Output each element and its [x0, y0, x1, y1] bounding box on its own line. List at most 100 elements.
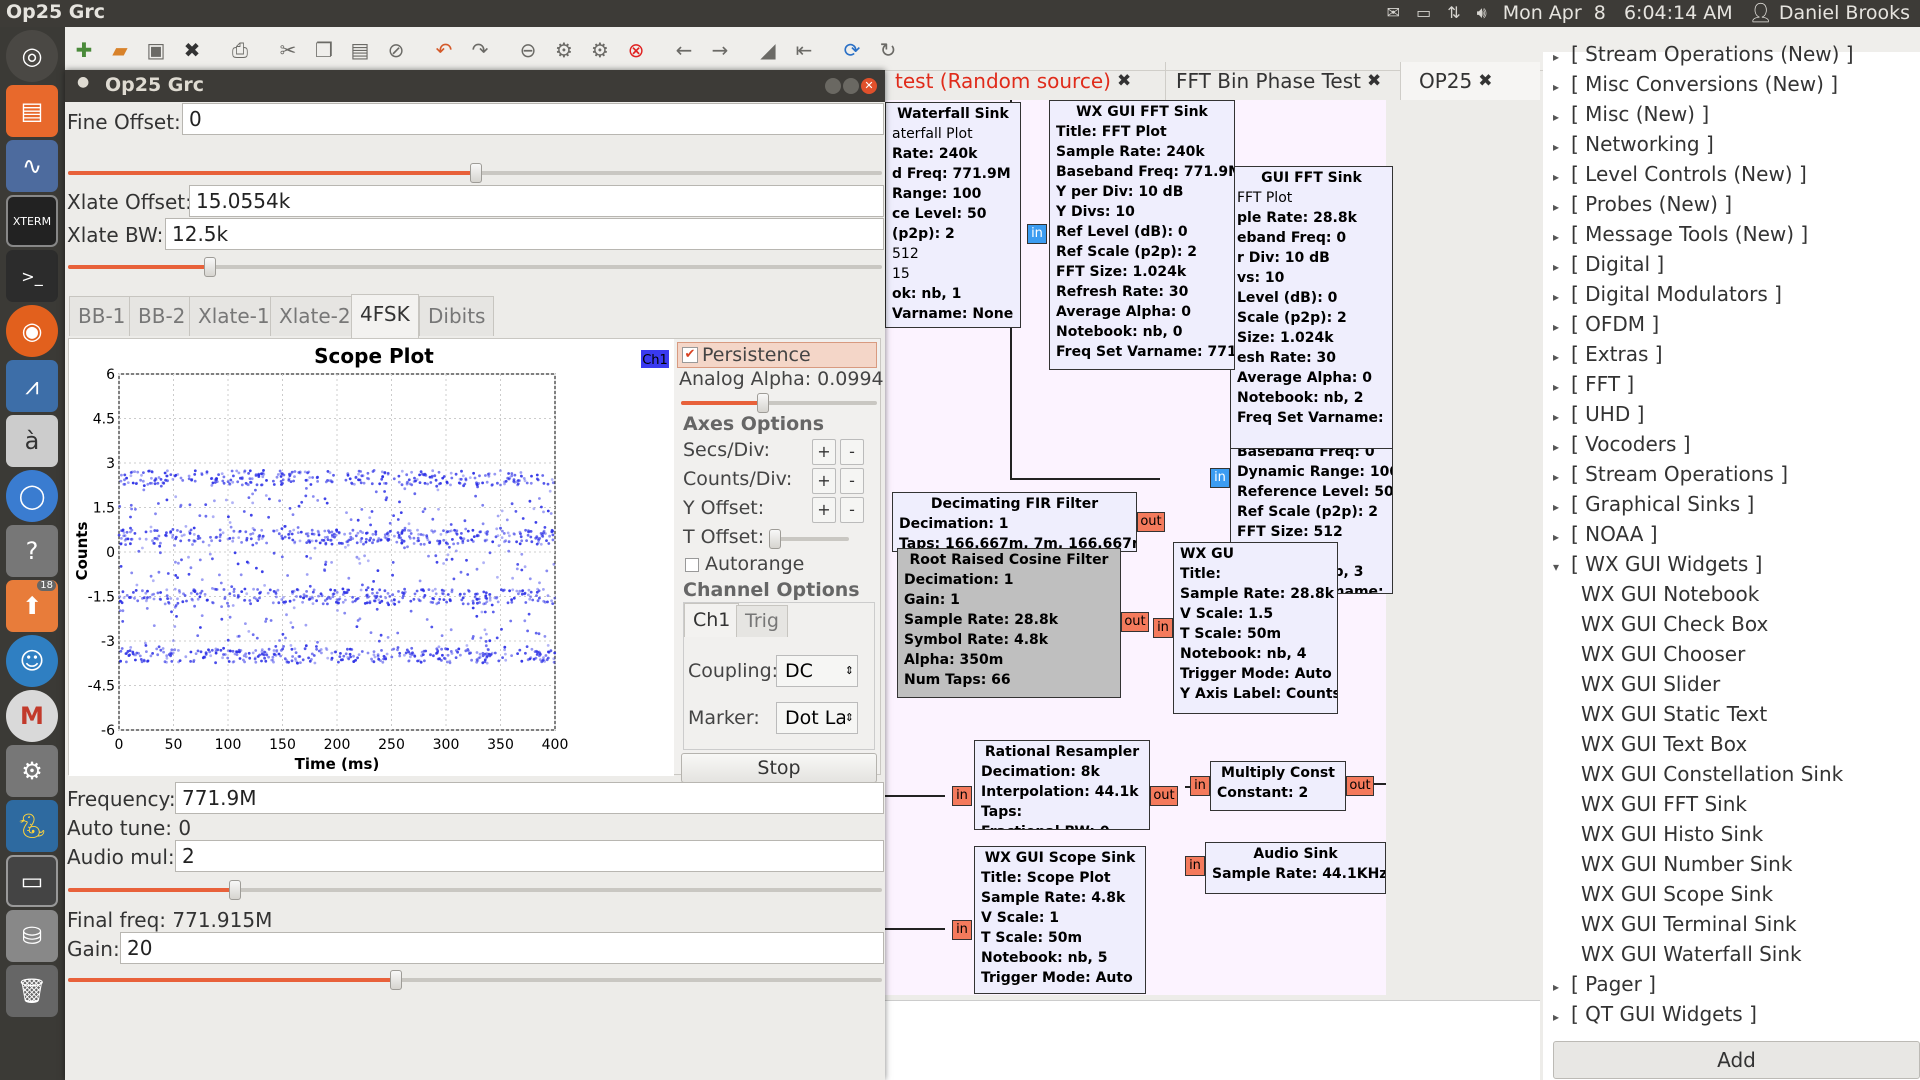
counts-div-increase-button[interactable]: +: [812, 468, 836, 494]
expander-right-icon[interactable]: ▸: [1553, 320, 1571, 334]
close-tab-icon[interactable]: ✖: [1478, 71, 1492, 91]
tree-category-item[interactable]: ▸[ Misc Conversions (New) ]: [1553, 72, 1838, 96]
find-icon[interactable]: ↻: [875, 37, 901, 63]
tree-category-item[interactable]: ▸[ Level Controls (New) ]: [1553, 162, 1807, 186]
port-out[interactable]: out: [1346, 776, 1374, 796]
chromium-icon[interactable]: ◯: [6, 470, 58, 522]
log-console[interactable]: [885, 1000, 1540, 1080]
counts-div-decrease-button[interactable]: -: [840, 468, 864, 494]
delete-icon[interactable]: ⊘: [383, 37, 409, 63]
block-multiply-const[interactable]: Multiply Const Constant: 2: [1210, 761, 1346, 811]
network-icon[interactable]: ⇅: [1447, 3, 1460, 22]
slider-knob[interactable]: [390, 970, 402, 990]
tab-4fsk[interactable]: 4FSK: [351, 294, 419, 338]
reload-icon[interactable]: ⟳: [839, 37, 865, 63]
dash-home-icon[interactable]: ◎: [6, 30, 58, 82]
screen-icon[interactable]: ▭: [6, 855, 58, 907]
tree-category-item[interactable]: ▸[ QT GUI Widgets ]: [1553, 1002, 1757, 1026]
xlate-bw-slider[interactable]: [68, 257, 882, 277]
expander-right-icon[interactable]: ▸: [1553, 1010, 1571, 1024]
tree-leaf-item[interactable]: WX GUI Static Text: [1581, 702, 1767, 726]
fine-offset-slider[interactable]: [68, 163, 882, 183]
marker-select[interactable]: Dot La ⇕: [776, 702, 858, 734]
expander-right-icon[interactable]: ▸: [1553, 350, 1571, 364]
tree-leaf-item[interactable]: WX GUI Constellation Sink: [1581, 762, 1843, 786]
expander-right-icon[interactable]: ▸: [1553, 110, 1571, 124]
gain-input[interactable]: 20: [120, 932, 884, 964]
persistence-row[interactable]: ✔ Persistence: [677, 342, 877, 368]
tree-category-item[interactable]: ▸[ OFDM ]: [1553, 312, 1659, 336]
tab-test-random-source[interactable]: test (Random source) ✖: [885, 62, 1150, 100]
cut-icon[interactable]: ✂: [275, 37, 301, 63]
tree-category-item[interactable]: ▸[ Graphical Sinks ]: [1553, 492, 1754, 516]
block-scope-sink-1[interactable]: WX GU Title: Sample Rate: 28.8k V Scale:…: [1173, 542, 1338, 714]
disk-icon[interactable]: ⛁: [6, 910, 58, 962]
expander-right-icon[interactable]: ▸: [1553, 260, 1571, 274]
gain-slider[interactable]: [68, 970, 882, 990]
tree-leaf-item[interactable]: WX GUI Check Box: [1581, 612, 1768, 636]
tree-leaf-item[interactable]: WX GUI Waterfall Sink: [1581, 942, 1802, 966]
tree-leaf-item[interactable]: WX GUI Text Box: [1581, 732, 1747, 756]
expander-right-icon[interactable]: ▸: [1553, 290, 1571, 304]
port-in[interactable]: in: [1210, 468, 1230, 488]
analog-alpha-slider[interactable]: [681, 393, 877, 413]
expander-right-icon[interactable]: ▸: [1553, 530, 1571, 544]
expander-right-icon[interactable]: ▸: [1553, 80, 1571, 94]
tree-leaf-item[interactable]: WX GUI Slider: [1581, 672, 1720, 696]
xlate-offset-input[interactable]: 15.0554k: [189, 185, 884, 217]
expander-right-icon[interactable]: ▸: [1553, 440, 1571, 454]
tree-category-item[interactable]: ▸[ Digital ]: [1553, 252, 1664, 276]
audio-mul-slider[interactable]: [68, 880, 882, 900]
help-icon[interactable]: ?: [6, 525, 58, 577]
volume-icon[interactable]: 🔊︎: [1477, 3, 1487, 23]
execute-icon[interactable]: ⚙: [587, 37, 613, 63]
minimize-icon[interactable]: [825, 78, 841, 94]
port-out[interactable]: out: [1121, 612, 1149, 632]
trash-icon[interactable]: 🗑︎: [6, 965, 58, 1017]
autorange-checkbox[interactable]: [685, 558, 699, 572]
slider-knob[interactable]: [470, 163, 482, 183]
new-icon[interactable]: ✚: [71, 37, 97, 63]
expander-right-icon[interactable]: ▸: [1553, 140, 1571, 154]
block-decimating-fir-filter[interactable]: Decimating FIR Filter Decimation: 1 Taps…: [892, 492, 1137, 552]
port-in[interactable]: in: [1185, 856, 1205, 876]
user-menu[interactable]: 👤︎ Daniel Brooks: [1749, 1, 1910, 24]
tree-category-item[interactable]: ▸[ Message Tools (New) ]: [1553, 222, 1808, 246]
port-in[interactable]: in: [1153, 618, 1173, 638]
tab-fft-bin-phase-test[interactable]: FFT Bin Phase Test ✖: [1165, 62, 1385, 100]
tree-category-item[interactable]: ▸[ UHD ]: [1553, 402, 1644, 426]
y-offset-increase-button[interactable]: +: [812, 497, 836, 523]
slider-knob[interactable]: [757, 393, 769, 413]
audio-mul-input[interactable]: 2: [175, 840, 884, 872]
print-icon[interactable]: ⎙: [227, 37, 253, 63]
kill-icon[interactable]: ⊗: [623, 37, 649, 63]
tab-xlate-1[interactable]: Xlate-1: [189, 296, 279, 336]
scope-plot[interactable]: Scope Plot Ch1 0 50 100 150 200 250 300 350 400 6…: [69, 339, 674, 776]
close-icon[interactable]: ✖: [179, 37, 205, 63]
flowgraph-canvas[interactable]: Waterfall Sink aterfall Plot Rate: 240k …: [885, 100, 1393, 995]
undo-icon[interactable]: ↶: [431, 37, 457, 63]
tree-category-item[interactable]: ▸[ Probes (New) ]: [1553, 192, 1732, 216]
port-in[interactable]: in: [952, 786, 972, 806]
expander-right-icon[interactable]: ▸: [1553, 470, 1571, 484]
block-rational-resampler[interactable]: Rational Resampler Decimation: 8k Interp…: [974, 740, 1150, 830]
tab-op25[interactable]: OP25 ✖: [1400, 62, 1540, 100]
files-icon[interactable]: ▤: [6, 85, 58, 137]
tree-category-item[interactable]: ▾[ WX GUI Widgets ]: [1553, 552, 1762, 576]
firefox-icon[interactable]: ◉: [6, 305, 58, 357]
port-in[interactable]: in: [1190, 776, 1210, 796]
block-waterfall-sink[interactable]: Waterfall Sink aterfall Plot Rate: 240k …: [885, 102, 1021, 328]
tree-leaf-item[interactable]: WX GUI FFT Sink: [1581, 792, 1747, 816]
tree-leaf-item[interactable]: WX GUI Chooser: [1581, 642, 1745, 666]
expander-right-icon[interactable]: ▸: [1553, 500, 1571, 514]
port-in[interactable]: in: [952, 920, 972, 940]
tree-category-item[interactable]: ▸[ Stream Operations (New) ]: [1553, 42, 1854, 66]
gnome-control-center-icon[interactable]: ⚙: [6, 745, 58, 797]
slider-knob[interactable]: [204, 257, 216, 277]
tree-category-item[interactable]: ▸[ Pager ]: [1553, 972, 1656, 996]
tree-category-item[interactable]: ▸[ Digital Modulators ]: [1553, 282, 1782, 306]
tab-bb-2[interactable]: BB-2: [129, 296, 195, 336]
expander-right-icon[interactable]: ▸: [1553, 170, 1571, 184]
expander-right-icon[interactable]: ▸: [1553, 200, 1571, 214]
expander-down-icon[interactable]: ▾: [1553, 560, 1571, 574]
